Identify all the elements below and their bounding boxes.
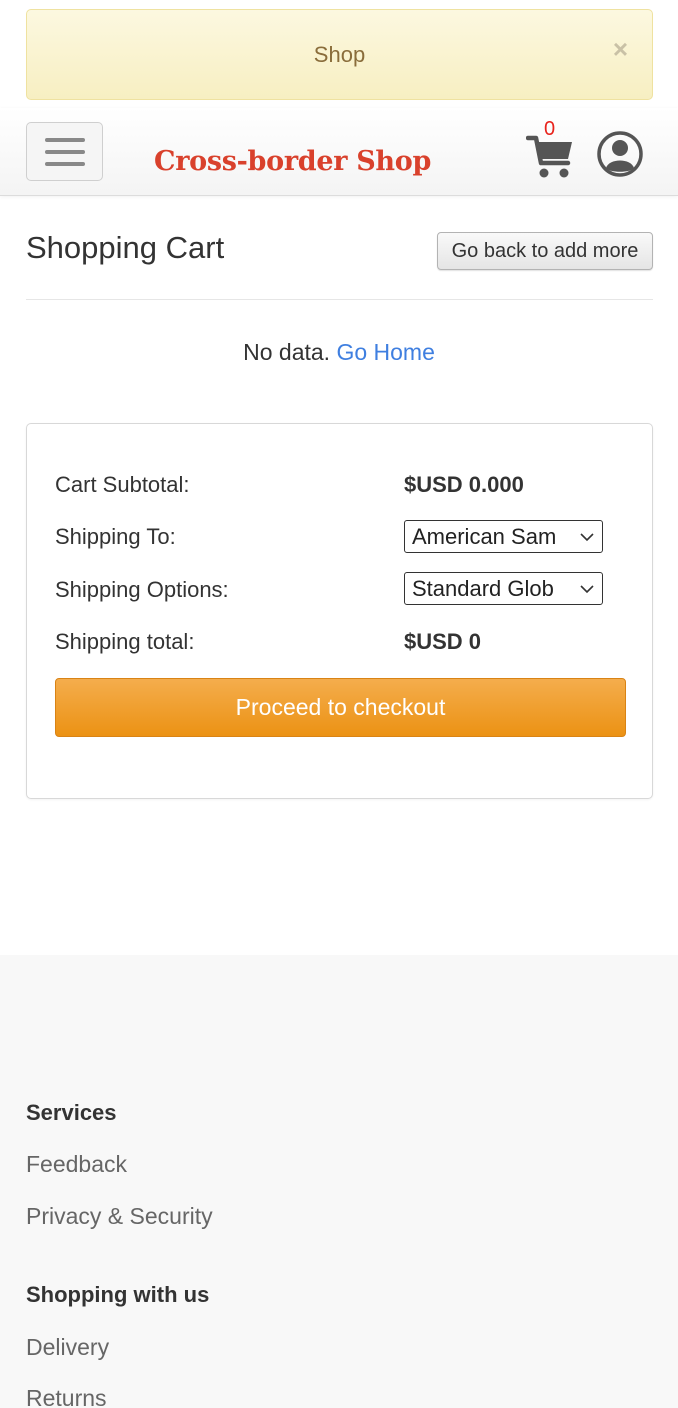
footer-link-returns[interactable]: Returns [26,1385,107,1408]
page-title: Shopping Cart [26,230,225,265]
subtotal-label: Cart Subtotal: [55,472,190,497]
proceed-to-checkout-button[interactable]: Proceed to checkout [55,678,626,737]
shipping-total-value: $USD 0 [404,629,482,654]
go-home-link[interactable]: Go Home [336,339,434,365]
empty-cart-message: No data. Go Home [0,339,678,366]
shipping-options-select[interactable]: Standard Glob [404,572,603,605]
shipping-to-label: Shipping To: [55,524,176,549]
footer-link-feedback[interactable]: Feedback [26,1151,127,1178]
alert-close-button[interactable]: × [613,36,628,62]
shipping-options-value: Standard Glob [412,575,554,601]
go-back-button[interactable]: Go back to add more [437,232,653,270]
cart-count-badge: 0 [544,118,556,140]
hamburger-menu-icon[interactable] [26,122,103,181]
chevron-down-icon [580,533,594,542]
cart-button[interactable]: 0 [526,118,578,184]
footer-link-delivery[interactable]: Delivery [26,1334,109,1361]
divider [26,299,653,300]
alert-text: Shop [313,41,366,67]
brand-logo-text[interactable]: Cross-border Shop [154,146,431,177]
shipping-total-label: Shipping total: [55,629,195,654]
chevron-down-icon [580,585,594,594]
cart-summary-panel: Cart Subtotal: $USD 0.000 Shipping To: A… [26,423,653,799]
shipping-country-value: American Sam [412,523,557,549]
shipping-options-label: Shipping Options: [55,577,229,602]
notification-alert: Shop × [26,9,653,100]
footer-heading-services: Services [26,1100,117,1125]
user-circle-icon[interactable] [596,130,644,178]
footer-link-privacy-security[interactable]: Privacy & Security [26,1203,213,1230]
navbar: Cross-border Shop 0 [0,108,678,196]
empty-cart-text: No data. [243,339,331,365]
footer-heading-shopping: Shopping with us [26,1282,210,1307]
subtotal-value: $USD 0.000 [404,472,524,497]
footer: Services Feedback Privacy & Security Sho… [0,955,678,1408]
shipping-country-select[interactable]: American Sam [404,520,603,553]
